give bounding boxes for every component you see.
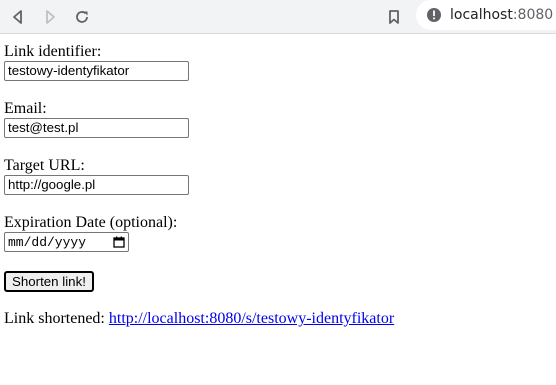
expiration-label: Expiration Date (optional): [4, 214, 178, 231]
shorten-link-button[interactable]: Shorten link! [4, 271, 94, 292]
page-content: Link identifier: testowy-identyfikator E… [0, 35, 556, 385]
target-url-label: Target URL: [4, 157, 85, 174]
url-host: localhost [450, 7, 513, 23]
reload-button[interactable] [70, 5, 94, 29]
address-bar[interactable]: localhost:8080 [416, 0, 556, 30]
forward-button[interactable] [38, 5, 62, 29]
back-arrow-icon [13, 10, 22, 24]
url-text: localhost:8080 [450, 7, 553, 23]
expiration-group: Expiration Date (optional): mm/dd/yyyy [4, 214, 552, 271]
identifier-label: Link identifier: [4, 43, 102, 60]
result-prefix: Link shortened: [4, 310, 105, 327]
bookmark-button[interactable] [382, 5, 406, 29]
expiration-date-placeholder: mm/dd/yyyy [8, 234, 87, 250]
identifier-group: Link identifier: testowy-identyfikator [4, 43, 552, 100]
expiration-date-input[interactable]: mm/dd/yyyy [4, 232, 129, 252]
target-url-group: Target URL: http://google.pl [4, 157, 552, 214]
result-message: Link shortened: http://localhost:8080/s/… [4, 310, 394, 328]
back-button[interactable] [6, 5, 30, 29]
reload-icon [76, 11, 88, 23]
url-port: :8080 [512, 7, 554, 23]
forward-arrow-icon [46, 10, 55, 24]
target-url-input[interactable]: http://google.pl [4, 175, 189, 195]
shortened-link[interactable]: http://localhost:8080/s/testowy-identyfi… [109, 310, 394, 327]
email-input[interactable]: test@test.pl [4, 118, 189, 138]
bookmark-icon [389, 10, 399, 24]
info-icon[interactable] [426, 7, 442, 23]
email-group: Email: test@test.pl [4, 100, 552, 157]
identifier-input[interactable]: testowy-identyfikator [4, 61, 189, 81]
browser-toolbar: localhost:8080 [0, 0, 556, 34]
email-label: Email: [4, 100, 47, 117]
calendar-icon[interactable] [113, 236, 125, 248]
